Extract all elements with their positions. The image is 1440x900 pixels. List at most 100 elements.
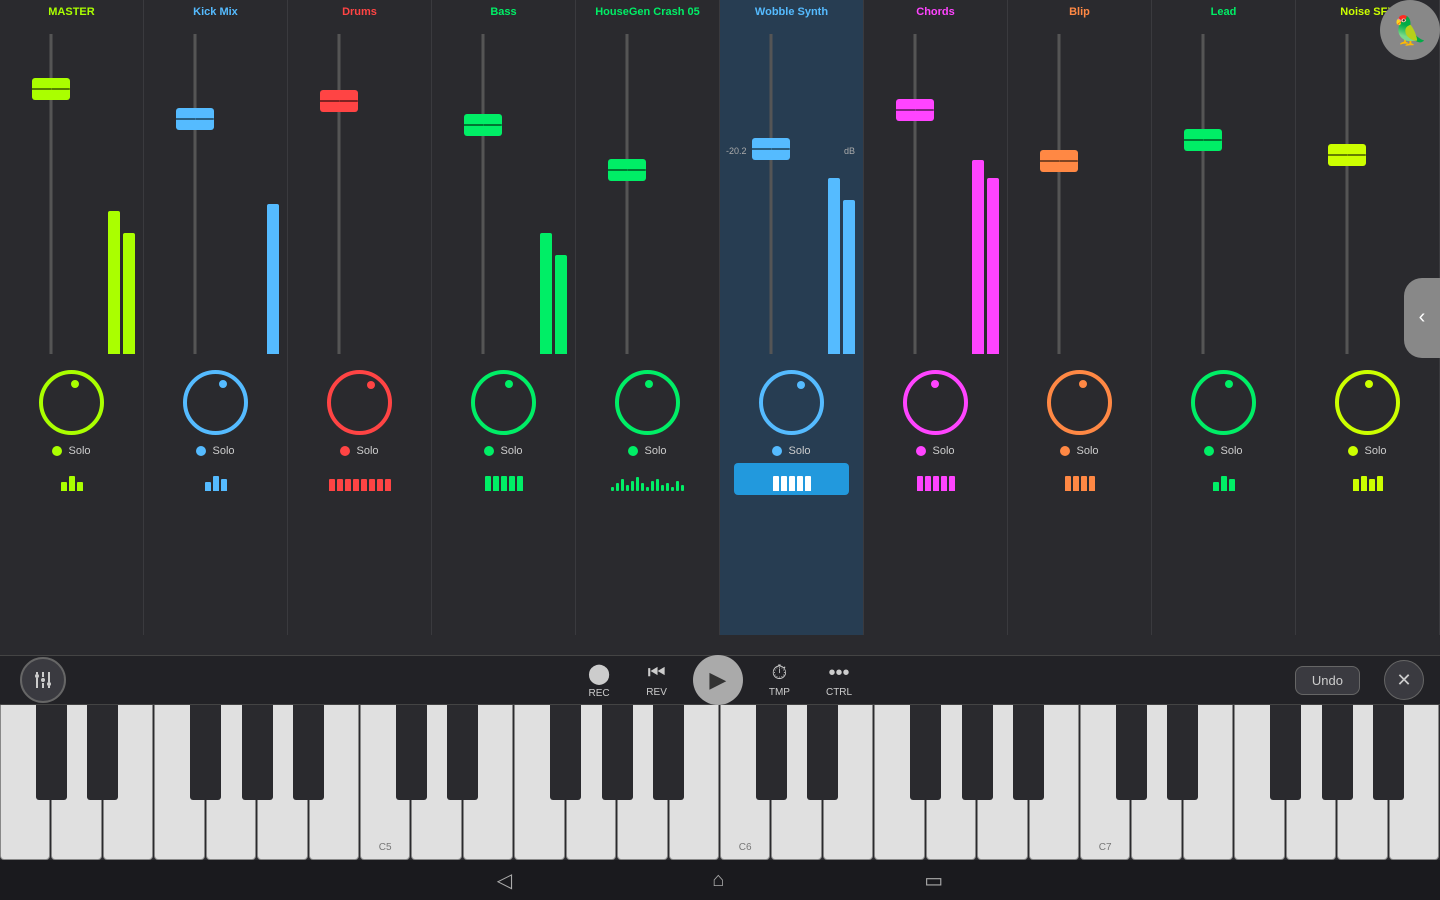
channel-kickmix[interactable]: Kick MixSolo — [144, 0, 288, 635]
black-key-Fsharp4[interactable] — [190, 705, 221, 800]
channel-master[interactable]: MASTERSolo — [0, 0, 144, 635]
channel-lead[interactable]: LeadSolo — [1152, 0, 1296, 635]
black-key-Asharp6[interactable] — [1013, 705, 1044, 800]
solo-dot-blip — [1060, 446, 1070, 456]
knob-area-noisefx — [1335, 370, 1400, 435]
fader-thumb-chords[interactable] — [896, 99, 934, 121]
solo-label-lead[interactable]: Solo — [1220, 445, 1242, 457]
knob-area-bass — [471, 370, 536, 435]
black-key-Asharp7[interactable] — [1373, 705, 1404, 800]
solo-label-blip[interactable]: Solo — [1076, 445, 1098, 457]
back-button[interactable]: ◁ — [497, 868, 512, 893]
solo-dot-bass — [484, 446, 494, 456]
solo-label-housegen[interactable]: Solo — [644, 445, 666, 457]
knob-housegen[interactable] — [615, 370, 680, 435]
fader-thumb-drums[interactable] — [320, 90, 358, 112]
black-key-Dsharp6[interactable] — [807, 705, 838, 800]
pattern-strip-housegen[interactable] — [590, 463, 705, 495]
black-key-Fsharp7[interactable] — [1270, 705, 1301, 800]
recents-button[interactable]: ▭ — [924, 868, 943, 893]
fader-thumb-noisefx[interactable] — [1328, 144, 1366, 166]
black-key-Dsharp5[interactable] — [447, 705, 478, 800]
play-button[interactable]: ▶ — [693, 655, 743, 705]
channel-chords[interactable]: ChordsSolo — [864, 0, 1008, 635]
solo-label-master[interactable]: Solo — [68, 445, 90, 457]
fader-thumb-housegen[interactable] — [608, 159, 646, 181]
fader-thumb-kickmix[interactable] — [176, 108, 214, 130]
close-button[interactable]: ✕ — [1384, 660, 1424, 700]
channel-wobble[interactable]: Wobble Synth-20.2dBSolo — [720, 0, 864, 635]
black-key-Asharp5[interactable] — [653, 705, 684, 800]
knob-noisefx[interactable] — [1335, 370, 1400, 435]
knob-area-kickmix — [183, 370, 248, 435]
black-key-Dsharp7[interactable] — [1167, 705, 1198, 800]
knob-wobble[interactable] — [759, 370, 824, 435]
black-key-Gsharp6[interactable] — [962, 705, 993, 800]
black-key-Csharp4[interactable] — [36, 705, 67, 800]
home-button[interactable]: ⌂ — [712, 869, 724, 892]
fader-thumb-bass[interactable] — [464, 114, 502, 136]
pattern-strip-kickmix[interactable] — [158, 463, 273, 495]
solo-label-kickmix[interactable]: Solo — [212, 445, 234, 457]
fader-area-wobble: -20.2dB — [724, 24, 859, 364]
meters-bass — [540, 134, 567, 354]
app-logo: 🦜 — [1380, 0, 1440, 60]
black-key-Dsharp4[interactable] — [87, 705, 118, 800]
black-key-Csharp5[interactable] — [396, 705, 427, 800]
black-key-Fsharp5[interactable] — [550, 705, 581, 800]
black-key-Csharp7[interactable] — [1116, 705, 1147, 800]
pattern-strip-drums[interactable] — [302, 463, 417, 495]
knob-dot-chords — [931, 380, 939, 388]
channel-blip[interactable]: Blip Solo — [1008, 0, 1152, 635]
channel-bass[interactable]: BassSolo — [432, 0, 576, 635]
black-key-Csharp6[interactable] — [756, 705, 787, 800]
knob-master[interactable] — [39, 370, 104, 435]
ctrl-button[interactable]: ••• CTRL — [808, 662, 870, 698]
fader-thumb-wobble[interactable] — [752, 138, 790, 160]
solo-label-noisefx[interactable]: Solo — [1364, 445, 1386, 457]
pattern-strip-bass[interactable] — [446, 463, 561, 495]
solo-label-drums[interactable]: Solo — [356, 445, 378, 457]
ctrl-icon: ••• — [829, 662, 850, 685]
tmp-label: TMP — [769, 687, 790, 698]
mixer-settings-button[interactable] — [20, 657, 66, 703]
pattern-strip-wobble[interactable] — [734, 463, 849, 495]
knob-blip[interactable] — [1047, 370, 1112, 435]
channel-housegen[interactable]: HouseGen Crash 05Solo — [576, 0, 720, 635]
solo-label-chords[interactable]: Solo — [932, 445, 954, 457]
rec-label: REC — [589, 688, 610, 699]
solo-dot-lead — [1204, 446, 1214, 456]
knob-drums[interactable] — [327, 370, 392, 435]
black-key-Fsharp6[interactable] — [910, 705, 941, 800]
knob-chords[interactable] — [903, 370, 968, 435]
knob-dot-blip — [1079, 380, 1087, 388]
solo-label-wobble[interactable]: Solo — [788, 445, 810, 457]
pattern-strip-noisefx[interactable] — [1310, 463, 1425, 495]
knob-dot-drums — [367, 381, 375, 389]
solo-label-bass[interactable]: Solo — [500, 445, 522, 457]
nav-arrow-button[interactable]: ‹ — [1404, 278, 1440, 358]
pattern-strip-blip[interactable] — [1022, 463, 1137, 495]
black-key-Gsharp5[interactable] — [602, 705, 633, 800]
pattern-strip-master[interactable] — [14, 463, 129, 495]
rec-button[interactable]: ⬤ REC — [570, 661, 628, 699]
black-key-Gsharp4[interactable] — [242, 705, 273, 800]
solo-dot-wobble — [772, 446, 782, 456]
pattern-strip-lead[interactable] — [1166, 463, 1281, 495]
fader-thumb-master[interactable] — [32, 78, 70, 100]
tmp-button[interactable]: ⏱ TMP — [751, 662, 808, 698]
pattern-strip-chords[interactable] — [878, 463, 993, 495]
knob-lead[interactable] — [1191, 370, 1256, 435]
knob-kickmix[interactable] — [183, 370, 248, 435]
channel-drums[interactable]: DrumsSolo — [288, 0, 432, 635]
fader-thumb-blip[interactable] — [1040, 150, 1078, 172]
black-key-Gsharp7[interactable] — [1322, 705, 1353, 800]
meters-chords — [972, 134, 999, 354]
solo-dot-chords — [916, 446, 926, 456]
channel-label-blip: Blip — [1012, 6, 1147, 18]
undo-button[interactable]: Undo — [1295, 666, 1360, 695]
knob-bass[interactable] — [471, 370, 536, 435]
rev-button[interactable]: ⏮ REV — [628, 662, 685, 698]
fader-thumb-lead[interactable] — [1184, 129, 1222, 151]
black-key-Asharp4[interactable] — [293, 705, 324, 800]
